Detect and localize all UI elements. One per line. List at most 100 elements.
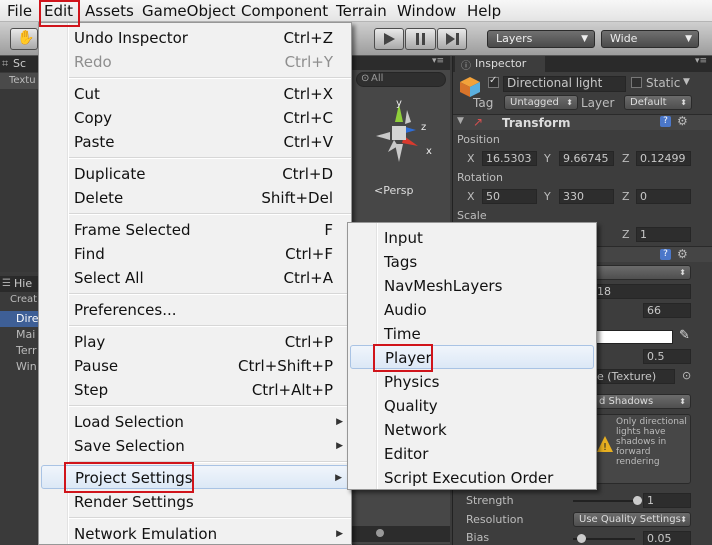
menu-separator <box>69 325 351 327</box>
axis-z-label: z <box>421 122 427 133</box>
menu-item-copy[interactable]: Copy Ctrl+C <box>39 106 351 130</box>
color-swatch[interactable] <box>593 330 673 344</box>
hierarchy-item[interactable]: Dire <box>16 312 39 325</box>
inspector-tab[interactable]: ⓘ Inspector <box>455 56 545 72</box>
layer-dropdown[interactable]: Default ⬍ <box>624 95 692 110</box>
hierarchy-create[interactable]: Creat <box>10 294 37 305</box>
menu-item-cut[interactable]: Cut Ctrl+X <box>39 82 351 106</box>
menu-item-delete[interactable]: Delete Shift+Del <box>39 186 351 210</box>
menu-item-save-selection[interactable]: Save Selection ▶ <box>39 434 351 458</box>
submenu-item-input[interactable]: Input <box>348 226 596 250</box>
menu-assets[interactable]: Assets <box>85 2 134 20</box>
submenu-item-script-execution-order[interactable]: Script Execution Order <box>348 466 596 490</box>
menu-window[interactable]: Window <box>397 2 456 20</box>
spot-angle-field[interactable]: 0.5 <box>643 349 691 364</box>
menu-item-preferences[interactable]: Preferences... <box>39 298 351 322</box>
cookie-field[interactable]: e (Texture) <box>593 369 675 384</box>
menu-item-step[interactable]: Step Ctrl+Alt+P <box>39 378 351 402</box>
chevron-down-icon[interactable]: ▼ <box>683 77 690 87</box>
search-icon: ⊙ <box>361 73 370 84</box>
rotation-z-field[interactable]: 0 <box>636 189 691 204</box>
layout-dropdown-label: Wide <box>610 32 638 45</box>
hierarchy-item[interactable]: Mai <box>16 328 35 341</box>
resolution-dropdown[interactable]: Use Quality Settings ⬍ <box>573 512 691 527</box>
submenu-item-navmeshlayers[interactable]: NavMeshLayers <box>348 274 596 298</box>
position-y-field[interactable]: 9.66745 <box>559 151 614 166</box>
submenu-item-quality[interactable]: Quality <box>348 394 596 418</box>
menu-item-redo: Redo Ctrl+Y <box>39 50 351 74</box>
menu-item-render-settings[interactable]: Render Settings <box>39 490 351 514</box>
submenu-item-editor[interactable]: Editor <box>348 442 596 466</box>
strength-field[interactable]: 1 <box>643 493 691 508</box>
hierarchy-tab[interactable]: ☰ Hie <box>0 276 40 292</box>
hand-tool-button[interactable]: ✋ <box>10 28 38 50</box>
menu-item-duplicate[interactable]: Duplicate Ctrl+D <box>39 162 351 186</box>
step-button[interactable] <box>437 28 467 50</box>
zoom-slider-knob[interactable] <box>376 529 384 537</box>
shadow-type-dropdown[interactable]: d Shadows ⬍ <box>593 394 691 409</box>
warning-icon: ! <box>597 436 613 453</box>
bias-slider[interactable] <box>573 534 635 543</box>
persp-label[interactable]: <Persp <box>374 184 413 197</box>
menu-item-select-all[interactable]: Select All Ctrl+A <box>39 266 351 290</box>
range-field[interactable]: 18 <box>593 284 691 299</box>
position-z-field[interactable]: 0.12499 <box>636 151 691 166</box>
menu-help[interactable]: Help <box>467 2 501 20</box>
gear-icon[interactable]: ⚙ <box>677 114 688 128</box>
z-label: Z <box>622 228 630 241</box>
object-picker-icon[interactable]: ⊙ <box>682 369 691 382</box>
play-button[interactable] <box>374 28 404 50</box>
menu-item-play[interactable]: Play Ctrl+P <box>39 330 351 354</box>
scene-render-mode[interactable]: Textu <box>0 73 40 89</box>
scene-tab[interactable]: ⌗ Sc <box>0 56 40 72</box>
gear-icon[interactable]: ⚙ <box>677 247 688 261</box>
tag-dropdown[interactable]: Untagged ⬍ <box>504 95 578 110</box>
eyedropper-icon[interactable]: ✎ <box>679 328 690 343</box>
menu-gameobject[interactable]: GameObject <box>142 2 236 20</box>
submenu-item-tags[interactable]: Tags <box>348 250 596 274</box>
position-x-field[interactable]: 16.5303 <box>482 151 537 166</box>
rotation-y-field[interactable]: 330 <box>559 189 614 204</box>
menu-icon[interactable]: ▾≡ <box>695 56 707 66</box>
transform-header[interactable]: ▼ ↗ Transform ? ⚙ <box>453 114 712 130</box>
scale-label: Scale <box>457 209 487 222</box>
help-icon[interactable]: ? <box>660 116 671 127</box>
submenu-item-physics[interactable]: Physics <box>348 370 596 394</box>
bias-field[interactable]: 0.05 <box>643 531 691 545</box>
intensity-field[interactable]: 66 <box>643 303 691 318</box>
menu-file[interactable]: File <box>7 2 32 20</box>
menu-terrain[interactable]: Terrain <box>336 2 387 20</box>
pause-button[interactable] <box>405 28 436 50</box>
menu-item-find[interactable]: Find Ctrl+F <box>39 242 351 266</box>
active-checkbox[interactable]: ✓ <box>488 75 499 88</box>
layers-dropdown[interactable]: Layers ▼ <box>487 30 595 48</box>
submenu-item-player[interactable]: Player <box>350 345 594 369</box>
hierarchy-item[interactable]: Win <box>16 360 37 373</box>
menu-item-project-settings[interactable]: Project Settings ▶ <box>41 465 349 489</box>
submenu-item-audio[interactable]: Audio <box>348 298 596 322</box>
scene-search-input[interactable]: ⊙ All <box>356 72 446 87</box>
layout-dropdown[interactable]: Wide ▼ <box>601 30 699 48</box>
strength-slider[interactable] <box>573 496 642 505</box>
menu-item-network-emulation[interactable]: Network Emulation ▶ <box>39 522 351 545</box>
help-icon[interactable]: ? <box>660 249 671 260</box>
scene-gizmo[interactable] <box>366 96 446 176</box>
light-type-dropdown[interactable]: ⬍ <box>593 265 691 280</box>
menu-item-paste[interactable]: Paste Ctrl+V <box>39 130 351 154</box>
menu-item-undo[interactable]: Undo Inspector Ctrl+Z <box>39 26 351 50</box>
menu-edit[interactable]: Edit <box>44 2 73 20</box>
scale-z-field[interactable]: 1 <box>636 227 691 242</box>
object-name-field[interactable]: Directional light <box>503 76 626 92</box>
hierarchy-item[interactable]: Terr <box>16 344 36 357</box>
search-placeholder: All <box>371 73 384 84</box>
shadow-warning-box: ! Only directional lights have shadows i… <box>593 414 691 484</box>
transform-title: Transform <box>502 116 571 130</box>
static-checkbox[interactable] <box>631 77 642 88</box>
menu-item-pause[interactable]: Pause Ctrl+Shift+P <box>39 354 351 378</box>
submenu-item-time[interactable]: Time <box>348 322 596 346</box>
rotation-x-field[interactable]: 50 <box>482 189 537 204</box>
menu-component[interactable]: Component <box>241 2 328 20</box>
menu-item-load-selection[interactable]: Load Selection ▶ <box>39 410 351 434</box>
submenu-item-network[interactable]: Network <box>348 418 596 442</box>
menu-item-frame-selected[interactable]: Frame Selected F <box>39 218 351 242</box>
